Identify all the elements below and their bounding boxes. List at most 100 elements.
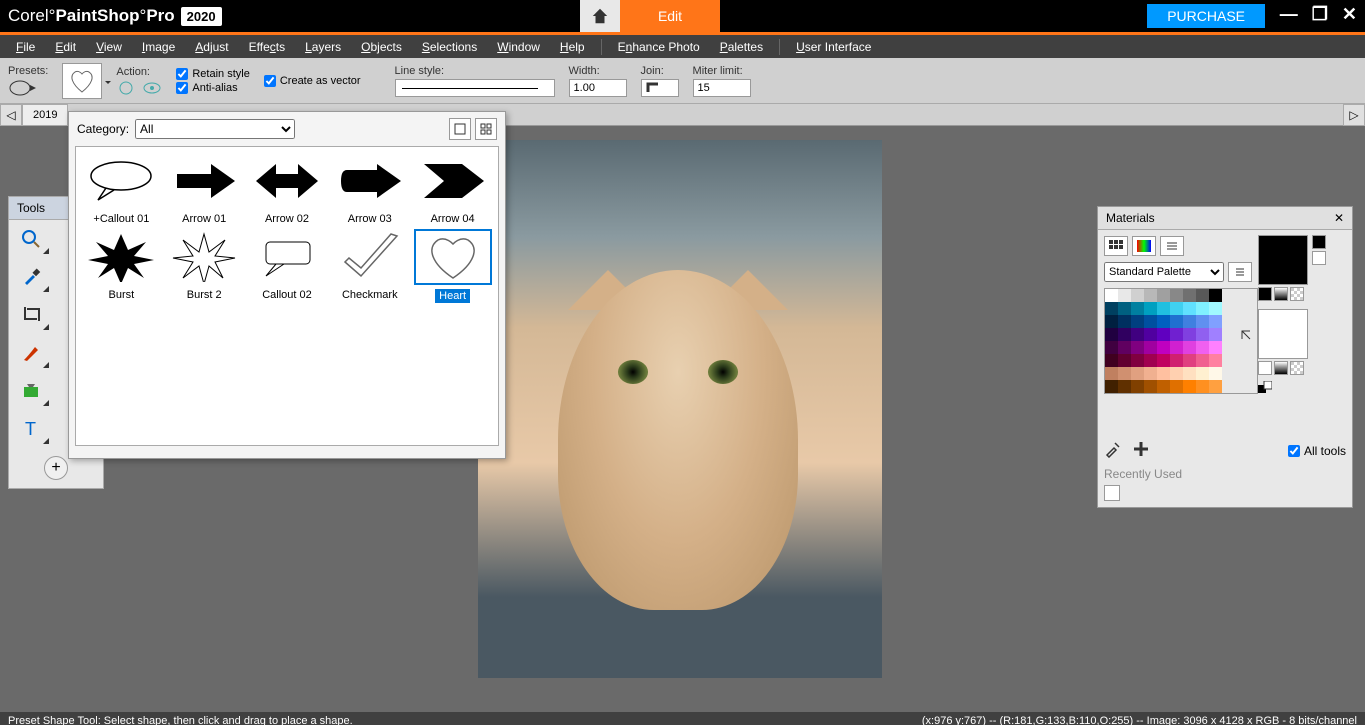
picture-tube-tool[interactable] xyxy=(11,374,51,408)
miter-limit-spinner[interactable]: 15 xyxy=(693,79,751,97)
shape-view-grid[interactable] xyxy=(475,118,497,140)
color-swatch[interactable] xyxy=(1105,341,1118,354)
shape-arrow-01[interactable]: Arrow 01 xyxy=(165,153,244,225)
color-swatch[interactable] xyxy=(1170,367,1183,380)
color-swatch[interactable] xyxy=(1170,328,1183,341)
color-swatch[interactable] xyxy=(1105,367,1118,380)
menu-enhance-photo[interactable]: Enhance Photo xyxy=(610,38,708,56)
shape-callout-02[interactable]: Callout 02 xyxy=(248,229,327,303)
color-swatch[interactable] xyxy=(1157,315,1170,328)
materials-close-button[interactable]: ✕ xyxy=(1334,211,1344,225)
purchase-button[interactable]: PURCHASE xyxy=(1147,4,1265,28)
color-swatch[interactable] xyxy=(1118,315,1131,328)
bg-style-gradient[interactable] xyxy=(1274,361,1288,375)
color-swatch[interactable] xyxy=(1157,328,1170,341)
default-colors-icon[interactable] xyxy=(1258,381,1272,395)
menu-objects[interactable]: Objects xyxy=(353,38,410,56)
color-swatch[interactable] xyxy=(1105,328,1118,341)
zoom-tool[interactable] xyxy=(11,222,51,256)
shape-burst-2[interactable]: Burst 2 xyxy=(165,229,244,303)
color-swatch[interactable] xyxy=(1183,341,1196,354)
dropper-tool[interactable] xyxy=(11,260,51,294)
color-swatch[interactable] xyxy=(1196,367,1209,380)
color-swatch[interactable] xyxy=(1170,354,1183,367)
menu-effects[interactable]: Effects xyxy=(241,38,293,56)
home-button[interactable] xyxy=(580,0,620,32)
color-swatch[interactable] xyxy=(1144,289,1157,302)
color-swatch[interactable] xyxy=(1144,315,1157,328)
menu-palettes[interactable]: Palettes xyxy=(712,38,771,56)
color-swatch[interactable] xyxy=(1170,315,1183,328)
background-swatch[interactable] xyxy=(1258,309,1308,359)
color-swatch[interactable] xyxy=(1196,328,1209,341)
materials-tab-swatches[interactable] xyxy=(1104,236,1128,256)
color-swatch[interactable] xyxy=(1131,328,1144,341)
color-swatch[interactable] xyxy=(1196,289,1209,302)
color-swatch[interactable] xyxy=(1209,289,1222,302)
color-swatch[interactable] xyxy=(1170,380,1183,393)
color-swatch[interactable] xyxy=(1209,302,1222,315)
anti-alias-checkbox[interactable]: Anti-alias xyxy=(176,82,249,94)
color-swatch[interactable] xyxy=(1209,354,1222,367)
color-swatch[interactable] xyxy=(1118,367,1131,380)
maximize-button[interactable]: ❐ xyxy=(1312,4,1328,25)
color-swatch[interactable] xyxy=(1196,380,1209,393)
color-swatch[interactable] xyxy=(1209,315,1222,328)
color-swatch[interactable] xyxy=(1131,380,1144,393)
color-swatch[interactable] xyxy=(1183,328,1196,341)
width-spinner[interactable]: 1.00 xyxy=(569,79,627,97)
close-button[interactable]: ✕ xyxy=(1342,4,1357,25)
text-tool[interactable]: T xyxy=(11,412,51,446)
minimize-button[interactable]: — xyxy=(1280,4,1298,25)
join-dropdown[interactable] xyxy=(641,79,679,97)
style-gradient[interactable] xyxy=(1274,287,1288,301)
shape-heart[interactable]: Heart xyxy=(413,229,492,303)
color-swatch[interactable] xyxy=(1157,289,1170,302)
color-swatch[interactable] xyxy=(1196,302,1209,315)
color-swatch-grid[interactable] xyxy=(1104,288,1258,394)
crop-tool[interactable] xyxy=(11,298,51,332)
color-swatch[interactable] xyxy=(1131,354,1144,367)
foreground-swatch[interactable] xyxy=(1258,235,1308,285)
color-swatch[interactable] xyxy=(1118,354,1131,367)
color-swatch[interactable] xyxy=(1183,354,1196,367)
color-swatch[interactable] xyxy=(1144,354,1157,367)
shape-arrow-04[interactable]: Arrow 04 xyxy=(413,153,492,225)
menu-selections[interactable]: Selections xyxy=(414,38,485,56)
presets-dropdown[interactable] xyxy=(8,79,38,97)
color-swatch[interactable] xyxy=(1144,367,1157,380)
shape-preview-dropdown[interactable] xyxy=(62,63,102,99)
menu-image[interactable]: Image xyxy=(134,38,183,56)
color-swatch[interactable] xyxy=(1118,328,1131,341)
color-swatch[interactable] xyxy=(1118,341,1131,354)
color-swatch[interactable] xyxy=(1131,367,1144,380)
tab-nav-next[interactable]: ▷ xyxy=(1343,104,1365,126)
swap-colors-button[interactable] xyxy=(1238,327,1256,345)
brush-tool[interactable] xyxy=(11,336,51,370)
palette-select[interactable]: Standard Palette xyxy=(1104,262,1224,282)
materials-tab-rainbow[interactable] xyxy=(1132,236,1156,256)
color-swatch[interactable] xyxy=(1131,302,1144,315)
add-swatch-icon[interactable] xyxy=(1132,440,1150,458)
color-swatch[interactable] xyxy=(1209,367,1222,380)
color-swatch[interactable] xyxy=(1131,315,1144,328)
color-swatch[interactable] xyxy=(1144,341,1157,354)
shape-arrow-03[interactable]: Arrow 03 xyxy=(330,153,409,225)
create-vector-checkbox[interactable]: Create as vector xyxy=(264,75,361,87)
menu-help[interactable]: Help xyxy=(552,38,593,56)
action-icon-2[interactable] xyxy=(142,80,162,96)
color-swatch[interactable] xyxy=(1209,380,1222,393)
color-swatch[interactable] xyxy=(1144,302,1157,315)
fg-mini-swatch-2[interactable] xyxy=(1312,251,1326,265)
menu-edit[interactable]: Edit xyxy=(47,38,84,56)
color-swatch[interactable] xyxy=(1196,341,1209,354)
color-swatch[interactable] xyxy=(1209,328,1222,341)
color-swatch[interactable] xyxy=(1105,380,1118,393)
style-solid[interactable] xyxy=(1258,287,1272,301)
color-swatch[interactable] xyxy=(1196,315,1209,328)
palette-settings-button[interactable] xyxy=(1228,262,1252,282)
menu-file[interactable]: File xyxy=(8,38,43,56)
style-pattern[interactable] xyxy=(1290,287,1304,301)
color-swatch[interactable] xyxy=(1118,289,1131,302)
shape-view-single[interactable] xyxy=(449,118,471,140)
